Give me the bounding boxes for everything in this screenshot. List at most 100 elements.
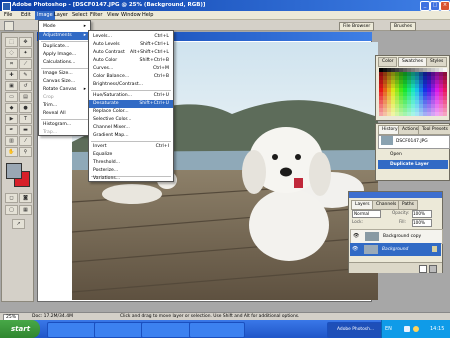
menu-item-mode[interactable]: Mode ▸ <box>39 23 90 31</box>
new-layer-icon[interactable] <box>419 265 427 273</box>
menu-item-threshold[interactable]: Threshold... <box>89 159 173 167</box>
lasso-tool[interactable]: ◌ <box>5 48 18 58</box>
healing-tool[interactable]: ✚ <box>5 70 18 80</box>
menu-item-adjustments[interactable]: Adjustments ▸ <box>39 32 90 40</box>
eye-icon[interactable]: 👁 <box>353 233 359 239</box>
taskbar-item-photoshop[interactable]: Adobe Photosh... <box>327 322 388 338</box>
trash-icon[interactable] <box>429 265 437 273</box>
brushes-tab[interactable]: Brushes <box>390 22 417 31</box>
menu-item-rotate-canvas[interactable]: Rotate Canvas ▸ <box>39 86 90 94</box>
menu-file[interactable]: File <box>4 12 12 18</box>
stamp-tool[interactable]: ▣ <box>5 81 18 91</box>
menu-filter[interactable]: Filter <box>90 12 102 18</box>
imageready-icon[interactable]: ↗ <box>12 219 25 229</box>
blur-tool[interactable]: ◆ <box>5 103 18 113</box>
history-snapshot[interactable]: DSCF0147.JPG <box>378 135 450 149</box>
history-brush-tool[interactable]: ↺ <box>19 81 32 91</box>
crop-tool[interactable]: ⌗ <box>5 59 18 69</box>
start-button[interactable]: start <box>0 320 40 338</box>
file-browser-tab[interactable]: File Browser <box>339 22 375 31</box>
maximize-button[interactable]: □ <box>430 1 440 11</box>
menu-view[interactable]: View <box>107 12 119 18</box>
menu-item-equalize[interactable]: Equalize <box>89 151 173 159</box>
menu-image[interactable]: Image <box>35 11 55 20</box>
pen-tool[interactable]: ✒ <box>5 125 18 135</box>
menu-layer[interactable]: Layer <box>54 12 68 18</box>
move-tool[interactable]: ✥ <box>19 37 32 47</box>
menu-edit[interactable]: Edit <box>21 12 31 18</box>
language-indicator[interactable]: EN <box>385 326 392 332</box>
menu-item-trim[interactable]: Trim... <box>39 102 90 110</box>
tab-color[interactable]: Color <box>378 57 398 67</box>
history-panel: History Actions Tool Presets DSCF0147.JP… <box>375 123 450 181</box>
menu-item-gradient-map[interactable]: Gradient Map... <box>89 132 173 140</box>
minimize-button[interactable]: _ <box>420 1 430 11</box>
type-tool[interactable]: T <box>19 114 32 124</box>
menu-item-replace-color[interactable]: Replace Color... <box>89 108 173 116</box>
tray-icon[interactable] <box>404 326 410 332</box>
menu-item-auto-contrast[interactable]: Auto Contrast Alt+Shift+Ctrl+L <box>89 49 173 57</box>
menu-item-variations[interactable]: Variations... <box>89 175 173 183</box>
menu-item-auto-color[interactable]: Auto Color Shift+Ctrl+B <box>89 57 173 65</box>
menu-item-curves[interactable]: Curves... Ctrl+M <box>89 65 173 73</box>
magic-wand-tool[interactable]: ✦ <box>19 48 32 58</box>
tab-styles[interactable]: Styles <box>426 57 448 67</box>
menu-item-brightness-contrast[interactable]: Brightness/Contrast... <box>89 81 173 89</box>
standard-mode-icon[interactable]: ◻ <box>5 193 18 203</box>
menu-item-reveal-all[interactable]: Reveal All <box>39 110 90 118</box>
eyedropper-tool[interactable]: ⁄ <box>19 136 32 146</box>
tab-paths[interactable]: Paths <box>398 200 418 210</box>
tray-icon[interactable] <box>413 326 419 332</box>
menu-window[interactable]: Window <box>121 12 141 18</box>
hand-tool[interactable]: ✋ <box>5 147 18 157</box>
quick-mask-icon[interactable]: ◙ <box>19 193 32 203</box>
zoom-tool[interactable]: ⚲ <box>19 147 32 157</box>
menu-item-apply-image[interactable]: Apply Image... <box>39 51 90 59</box>
menu-help[interactable]: Help <box>142 12 153 18</box>
slice-tool[interactable]: ⟋ <box>19 59 32 69</box>
swatch-grid[interactable] <box>379 68 447 118</box>
screen-mode-icon[interactable]: ▢ <box>5 205 18 215</box>
menu-item-image-size[interactable]: Image Size... <box>39 70 90 78</box>
tab-channels[interactable]: Channels <box>372 200 401 210</box>
notes-tool[interactable]: ▥ <box>5 136 18 146</box>
brush-tool[interactable]: ✎ <box>19 70 32 80</box>
history-item-open[interactable]: Open <box>378 150 448 159</box>
shape-tool[interactable]: ▬ <box>19 125 32 135</box>
tab-tool-presets[interactable]: Tool Presets <box>418 125 450 135</box>
menu-item-canvas-size[interactable]: Canvas Size... <box>39 78 90 86</box>
eraser-tool[interactable]: ▭ <box>5 92 18 102</box>
menu-item-color-balance[interactable]: Color Balance... Ctrl+B <box>89 73 173 81</box>
menu-item-channel-mixer[interactable]: Channel Mixer... <box>89 124 173 132</box>
fill-input[interactable]: 100% <box>412 219 432 227</box>
menu-item-desaturate[interactable]: Desaturate Shift+Ctrl+U <box>89 100 173 108</box>
menu-item-selective-color[interactable]: Selective Color... <box>89 116 173 124</box>
layer-row[interactable]: 👁 Background <box>350 243 441 256</box>
menu-item-invert[interactable]: Invert Ctrl+I <box>89 143 173 151</box>
gradient-tool[interactable]: ▤ <box>19 92 32 102</box>
full-screen-icon[interactable]: ▦ <box>19 205 32 215</box>
photoshop-app-icon <box>2 2 11 11</box>
swatch[interactable] <box>443 112 447 116</box>
tab-layers[interactable]: Layers <box>351 200 374 210</box>
marquee-tool[interactable]: ⬚ <box>5 37 18 47</box>
menu-item-posterize[interactable]: Posterize... <box>89 167 173 175</box>
taskbar-item[interactable] <box>189 322 245 338</box>
foreground-color-swatch[interactable] <box>6 163 22 179</box>
menu-item-calculations[interactable]: Calculations... <box>39 59 90 67</box>
menu-item-auto-levels[interactable]: Auto Levels Shift+Ctrl+L <box>89 41 173 49</box>
menu-item-duplicate[interactable]: Duplicate... <box>39 43 90 51</box>
layer-row[interactable]: 👁 Background copy <box>350 229 443 244</box>
menu-item-hue-saturation[interactable]: Hue/Saturation... Ctrl+U <box>89 92 173 100</box>
tab-swatches[interactable]: Swatches <box>398 57 427 67</box>
menu-select[interactable]: Select <box>72 12 87 18</box>
menu-item-histogram[interactable]: Histogram... <box>39 121 90 129</box>
eye-icon[interactable]: 👁 <box>352 246 358 252</box>
opacity-input[interactable]: 100% <box>412 210 432 218</box>
blend-mode-select[interactable]: Normal <box>352 210 381 218</box>
history-item-duplicate-layer[interactable]: Duplicate Layer <box>378 160 448 169</box>
dodge-tool[interactable]: ● <box>19 103 32 113</box>
menu-item-levels[interactable]: Levels... Ctrl+L <box>89 33 173 41</box>
close-button[interactable]: × <box>440 1 450 11</box>
path-select-tool[interactable]: ▶ <box>5 114 18 124</box>
